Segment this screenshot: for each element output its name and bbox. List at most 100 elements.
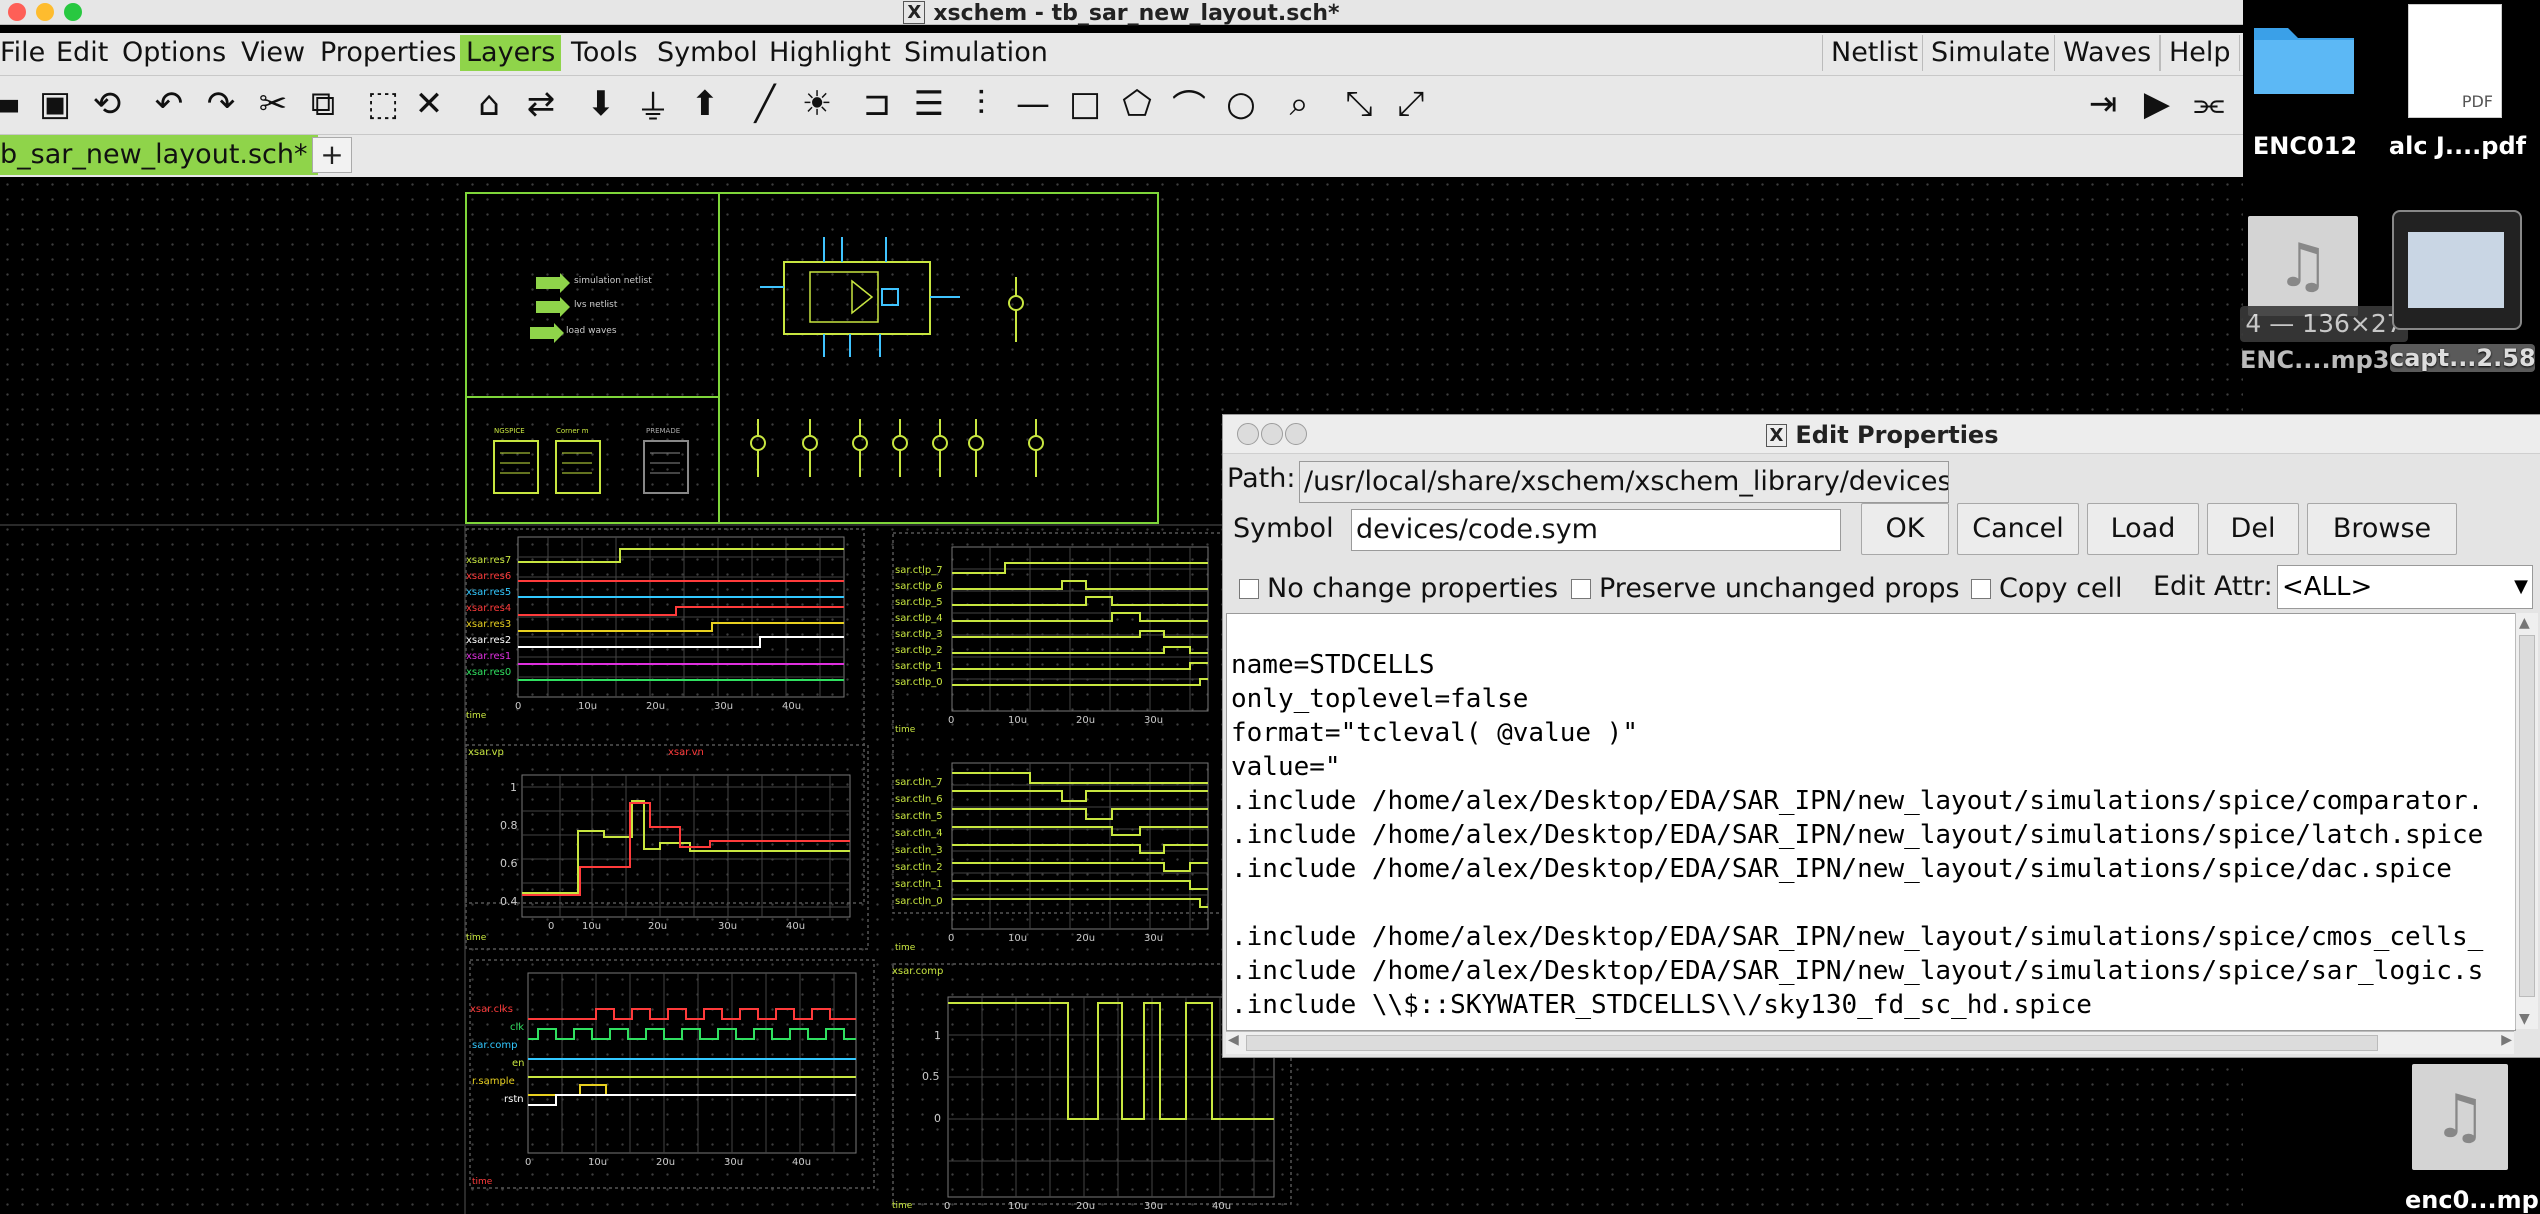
doc-corner[interactable]: Corner m bbox=[556, 427, 589, 435]
tab-schematic[interactable]: b_sar_new_layout.sch* bbox=[0, 135, 318, 175]
signal-label: r.sample bbox=[472, 1076, 515, 1087]
scroll-up-icon[interactable]: ▲ bbox=[2519, 615, 2530, 631]
plot-clocks bbox=[527, 972, 857, 1154]
swap-icon[interactable]: ⇄ bbox=[518, 81, 564, 127]
music-file-icon[interactable]: ♫ bbox=[2248, 216, 2358, 316]
scroll-left-icon[interactable]: ◀ bbox=[1228, 1032, 1239, 1048]
no-change-properties-checkbox[interactable]: No change properties bbox=[1239, 573, 1558, 604]
menu-symbol[interactable]: Symbol bbox=[651, 35, 764, 71]
scroll-right-icon[interactable]: ▶ bbox=[2501, 1032, 2512, 1048]
music-file-icon[interactable]: ♫ bbox=[2412, 1064, 2508, 1170]
probe-icon[interactable]: ⫶ bbox=[958, 81, 1004, 127]
x-tick: 20u bbox=[648, 921, 668, 932]
x-label: time bbox=[472, 1177, 493, 1187]
text-line: .include \\$::SKYWATER_STDCELLS\\/sky130… bbox=[1231, 990, 2092, 1020]
zoom-icon[interactable]: ⌕ bbox=[1276, 81, 1322, 127]
signal-label: xsar.clks bbox=[470, 1004, 513, 1015]
vertical-scrollbar[interactable]: ▲ ▼ bbox=[2515, 613, 2538, 1029]
add-tab-button[interactable]: + bbox=[312, 137, 352, 173]
load-button[interactable]: Load bbox=[2087, 503, 2199, 555]
folder-icon[interactable] bbox=[2250, 10, 2358, 100]
chevron-down-icon[interactable]: ▼ bbox=[2514, 566, 2528, 608]
paste-icon[interactable]: ⬚ bbox=[360, 81, 406, 127]
pin-icon[interactable]: ⊐ bbox=[854, 81, 900, 127]
delete-icon[interactable]: ✕ bbox=[406, 81, 452, 127]
edit-attr-select[interactable]: <ALL> ▼ bbox=[2277, 565, 2533, 609]
menu-options[interactable]: Options bbox=[116, 35, 232, 71]
zoom-out-icon[interactable]: ⤢ bbox=[1388, 81, 1434, 127]
push-icon[interactable]: ⬇ bbox=[578, 81, 624, 127]
scroll-thumb[interactable] bbox=[1246, 1035, 2378, 1051]
menu-simulation[interactable]: Simulation bbox=[898, 35, 1054, 71]
preserve-unchanged-props-checkbox[interactable]: Preserve unchanged props bbox=[1571, 573, 1960, 604]
path-field[interactable]: /usr/local/share/xschem/xschem_library/d… bbox=[1299, 461, 1949, 503]
properties-textarea[interactable]: name=STDCELLS only_toplevel=false format… bbox=[1226, 613, 2516, 1031]
x-label: time bbox=[895, 943, 916, 953]
open-icon[interactable]: ▬ bbox=[0, 81, 28, 127]
x-tick: 30u bbox=[724, 1157, 744, 1168]
wire-icon[interactable]: — bbox=[1010, 81, 1056, 127]
checkbox-box[interactable] bbox=[1571, 579, 1591, 599]
arc-icon[interactable]: ⌒ bbox=[1166, 81, 1212, 128]
insert-symbol-icon[interactable]: ⌂ bbox=[466, 81, 512, 127]
help-button[interactable]: Help bbox=[2160, 35, 2240, 71]
text-line: .include /home/alex/Desktop/EDA/SAR_IPN/… bbox=[1231, 786, 2484, 816]
window-title-text: xschem - tb_sar_new_layout.sch* bbox=[933, 1, 1340, 26]
text-line: name=STDCELLS bbox=[1231, 650, 1435, 680]
play-icon[interactable]: ▶ bbox=[2134, 81, 2180, 127]
scroll-down-icon[interactable]: ▼ bbox=[2519, 1011, 2530, 1027]
browse-button[interactable]: Browse bbox=[2307, 503, 2457, 555]
simulate-button[interactable]: Simulate bbox=[1922, 35, 2060, 71]
menu-file[interactable]: File bbox=[0, 35, 51, 71]
x-tick: 0 bbox=[944, 1201, 951, 1212]
del-button[interactable]: Del bbox=[2207, 503, 2299, 555]
text-line: .include /home/alex/Desktop/EDA/SAR_IPN/… bbox=[1231, 820, 2484, 850]
highlight-icon[interactable]: ☀ bbox=[794, 81, 840, 127]
list-icon[interactable]: ☰ bbox=[906, 81, 952, 127]
netlist-button[interactable]: Netlist bbox=[1822, 35, 1928, 71]
checkbox-box[interactable] bbox=[1239, 579, 1259, 599]
redo-icon[interactable]: ↷ bbox=[198, 81, 244, 127]
cancel-button[interactable]: Cancel bbox=[1957, 503, 2079, 555]
menu-properties[interactable]: Properties bbox=[314, 35, 462, 71]
zoom-in-icon[interactable]: ⤡ bbox=[1336, 81, 1382, 127]
menu-edit[interactable]: Edit bbox=[50, 35, 114, 71]
menu-view[interactable]: View bbox=[235, 35, 311, 71]
checkbox-box[interactable] bbox=[1971, 579, 1991, 599]
x-tick: 30u bbox=[718, 921, 738, 932]
scroll-thumb[interactable] bbox=[2519, 635, 2535, 997]
doc-premade[interactable]: PREMADE bbox=[646, 427, 680, 435]
screenshot-file-icon[interactable] bbox=[2392, 210, 2522, 330]
circle-icon[interactable]: ○ bbox=[1218, 81, 1264, 127]
menu-tools[interactable]: Tools bbox=[565, 35, 644, 71]
netlist-arrow-icon[interactable]: ⇥ bbox=[2080, 81, 2126, 127]
signal-label: rstn bbox=[504, 1094, 524, 1105]
desktop-label: ENC012 bbox=[2252, 132, 2358, 160]
place-icon[interactable]: ⏚ bbox=[630, 81, 676, 128]
menu-highlight[interactable]: Highlight bbox=[763, 35, 897, 71]
waves-icon[interactable]: ⫘ bbox=[2186, 81, 2232, 127]
reload-icon[interactable]: ⟲ bbox=[84, 81, 130, 127]
menu-layers[interactable]: Layers bbox=[460, 35, 562, 71]
copy-icon[interactable]: ⧉ bbox=[300, 81, 346, 127]
undo-icon[interactable]: ↶ bbox=[146, 81, 192, 127]
pdf-file-icon[interactable]: PDF bbox=[2408, 4, 2502, 118]
symbol-field[interactable]: devices/code.sym bbox=[1351, 509, 1841, 551]
doc-ngspice[interactable]: NGSPICE bbox=[494, 427, 525, 435]
save-icon[interactable]: ▣ bbox=[32, 81, 78, 127]
text-line: only_toplevel=false bbox=[1231, 684, 1529, 714]
line-icon[interactable]: ╱ bbox=[742, 81, 788, 127]
plot-res bbox=[517, 536, 845, 698]
polygon-icon[interactable]: ⬠ bbox=[1114, 81, 1160, 127]
horizontal-scrollbar[interactable]: ◀ ▶ bbox=[1226, 1031, 2514, 1054]
rect-icon[interactable]: □ bbox=[1062, 81, 1108, 127]
waves-button[interactable]: Waves bbox=[2054, 35, 2161, 71]
cut-icon[interactable]: ✂ bbox=[250, 81, 296, 127]
launcher-simulation-netlist[interactable]: simulation netlist bbox=[574, 276, 652, 286]
screenshot-thumbnail bbox=[2408, 232, 2504, 308]
ok-button[interactable]: OK bbox=[1861, 503, 1949, 555]
copy-cell-checkbox[interactable]: Copy cell bbox=[1971, 573, 2123, 604]
launcher-load-waves[interactable]: load waves bbox=[566, 326, 617, 336]
pop-icon[interactable]: ⬆ bbox=[682, 81, 728, 127]
launcher-lvs-netlist[interactable]: lvs netlist bbox=[574, 300, 617, 310]
